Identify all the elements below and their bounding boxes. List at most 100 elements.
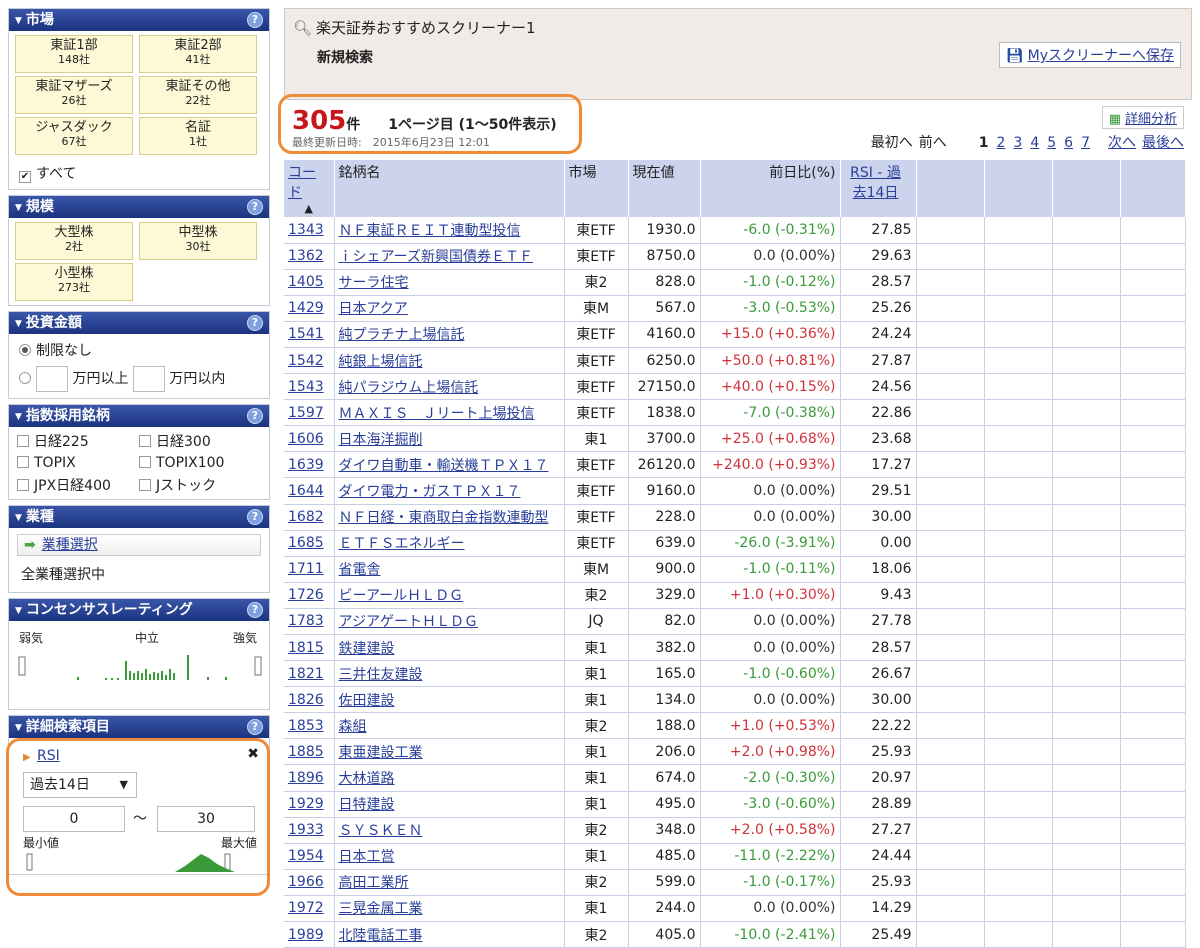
save-screener-button[interactable]: 💾︎ Myスクリーナーへ保存 xyxy=(998,42,1181,68)
code-link[interactable]: 1821 xyxy=(288,666,324,682)
cell-code[interactable]: 1644 xyxy=(284,477,335,505)
help-icon[interactable]: ? xyxy=(247,509,263,525)
stock-name-link[interactable]: 東亜建設工業 xyxy=(339,745,423,761)
cell-name[interactable]: 三井住友建設 xyxy=(334,660,565,688)
index-item[interactable]: TOPIX xyxy=(17,455,139,471)
pager-prev[interactable]: 前へ xyxy=(919,135,947,151)
industry-header[interactable]: ▼ 業種? xyxy=(9,506,269,528)
cell-code[interactable]: 1853 xyxy=(284,712,335,740)
cell-code[interactable]: 1821 xyxy=(284,660,335,688)
cell-code[interactable]: 1639 xyxy=(284,451,335,479)
index-item[interactable]: JPX日経400 xyxy=(17,475,139,495)
code-link[interactable]: 1685 xyxy=(288,535,324,551)
cell-code[interactable]: 1597 xyxy=(284,399,335,427)
pager-page[interactable]: 7 xyxy=(1081,135,1090,151)
checkbox-icon[interactable] xyxy=(139,456,151,468)
pager-first[interactable]: 最初へ xyxy=(871,135,913,151)
market-header[interactable]: ▼ 市場? xyxy=(9,9,269,31)
market-tile[interactable]: 名証 1社 xyxy=(139,117,257,155)
code-link[interactable]: 1606 xyxy=(288,431,324,447)
code-link[interactable]: 1853 xyxy=(288,718,324,734)
stock-name-link[interactable]: 森組 xyxy=(339,719,367,735)
code-link[interactable]: 1972 xyxy=(288,900,324,916)
industry-select-label[interactable]: 業種選択 xyxy=(42,537,98,553)
code-link[interactable]: 1933 xyxy=(288,822,324,838)
code-link[interactable]: 1826 xyxy=(288,692,324,708)
cell-code[interactable]: 1682 xyxy=(284,504,335,531)
cell-code[interactable]: 1685 xyxy=(284,530,335,557)
detail-analysis-button[interactable]: ▦ 詳細分析 xyxy=(1101,106,1184,129)
code-link[interactable]: 1929 xyxy=(288,796,324,812)
stock-name-link[interactable]: 鉄建建設 xyxy=(339,641,395,657)
code-link[interactable]: 1885 xyxy=(288,744,324,760)
stock-name-link[interactable]: ｉシェアーズ新興国債券ＥＴＦ xyxy=(339,249,533,265)
pager-page[interactable]: 6 xyxy=(1064,135,1073,151)
stock-name-link[interactable]: 日特建設 xyxy=(339,797,395,813)
scale-tile[interactable]: 大型株 2社 xyxy=(15,222,133,260)
cell-code[interactable]: 1542 xyxy=(284,347,335,375)
stock-name-link[interactable]: 三井住友建設 xyxy=(339,667,423,683)
pager-page[interactable]: 5 xyxy=(1047,135,1056,151)
cell-name[interactable]: ＥＴＦＳエネルギー xyxy=(334,530,565,557)
stock-name-link[interactable]: アジアゲートＨＬＤＧ xyxy=(339,614,478,630)
code-link[interactable]: 1783 xyxy=(288,613,324,629)
cell-name[interactable]: 東亜建設工業 xyxy=(334,738,565,766)
cell-code[interactable]: 1783 xyxy=(284,608,335,636)
code-link[interactable]: 1597 xyxy=(288,405,324,421)
cell-name[interactable]: 純プラチナ上場信託 xyxy=(334,321,565,348)
cell-name[interactable]: ビーアールＨＬＤＧ xyxy=(334,582,565,609)
min-amount-input[interactable] xyxy=(36,366,68,392)
col-code-label[interactable]: コード xyxy=(288,165,316,201)
code-link[interactable]: 1989 xyxy=(288,927,324,943)
code-link[interactable]: 1405 xyxy=(288,274,324,290)
cell-code[interactable]: 1954 xyxy=(284,843,335,870)
stock-name-link[interactable]: ビーアールＨＬＤＧ xyxy=(339,588,464,604)
stock-name-link[interactable]: ＮＦ東証ＲＥＩＴ連動型投信 xyxy=(339,223,521,239)
help-icon[interactable]: ? xyxy=(247,12,263,28)
market-all-row[interactable]: ✔ すべて xyxy=(9,159,269,189)
help-icon[interactable]: ? xyxy=(247,199,263,215)
cell-name[interactable]: 省電舎 xyxy=(334,556,565,583)
stock-name-link[interactable]: 佐田建設 xyxy=(339,693,395,709)
code-link[interactable]: 1543 xyxy=(288,379,324,395)
checkbox-icon[interactable]: ✔ xyxy=(19,171,31,183)
code-link[interactable]: 1644 xyxy=(288,483,324,499)
cell-code[interactable]: 1543 xyxy=(284,373,335,401)
code-link[interactable]: 1726 xyxy=(288,587,324,603)
scale-tile[interactable]: 小型株 273社 xyxy=(15,263,133,301)
cell-name[interactable]: 大林道路 xyxy=(334,764,565,792)
stock-name-link[interactable]: サーラ住宅 xyxy=(339,275,409,291)
code-link[interactable]: 1682 xyxy=(288,509,324,525)
cell-code[interactable]: 1606 xyxy=(284,425,335,453)
cell-name[interactable]: ｉシェアーズ新興国債券ＥＴＦ xyxy=(334,243,565,270)
pager-next[interactable]: 次へ xyxy=(1108,135,1136,151)
code-link[interactable]: 1542 xyxy=(288,353,324,369)
stock-name-link[interactable]: 純プラチナ上場信託 xyxy=(339,327,465,343)
cell-name[interactable]: 森組 xyxy=(334,712,565,740)
cell-code[interactable]: 1405 xyxy=(284,269,335,296)
cell-code[interactable]: 1929 xyxy=(284,791,335,818)
stock-name-link[interactable]: 北陸電話工事 xyxy=(339,928,423,944)
col-rsi-label[interactable]: RSI - 過去14日 xyxy=(845,162,907,202)
cell-name[interactable]: 佐田建設 xyxy=(334,686,565,714)
market-tile[interactable]: 東証その他 22社 xyxy=(139,76,257,114)
cell-code[interactable]: 1343 xyxy=(284,217,335,244)
market-tile[interactable]: ジャスダック 67社 xyxy=(15,117,133,155)
cell-code[interactable]: 1885 xyxy=(284,738,335,766)
cell-name[interactable]: ＮＦ日経・東商取白金指数連動型 xyxy=(334,504,565,531)
checkbox-icon[interactable] xyxy=(17,479,29,491)
col-rsi[interactable]: RSI - 過去14日 xyxy=(840,160,917,217)
code-link[interactable]: 1711 xyxy=(288,561,324,577)
scale-tile[interactable]: 中型株 30社 xyxy=(139,222,257,260)
index-item[interactable]: 日経300 xyxy=(139,431,269,451)
cell-name[interactable]: 高田工業所 xyxy=(334,869,565,896)
checkbox-icon[interactable] xyxy=(139,435,151,447)
cell-code[interactable]: 1711 xyxy=(284,556,335,583)
detail-analysis-label[interactable]: 詳細分析 xyxy=(1125,112,1177,127)
code-link[interactable]: 1362 xyxy=(288,248,324,264)
checkbox-icon[interactable] xyxy=(17,435,29,447)
help-icon[interactable]: ? xyxy=(247,602,263,618)
cell-name[interactable]: 日本海洋掘削 xyxy=(334,425,565,453)
cell-name[interactable]: ダイワ電力・ガスＴＰＸ１７ xyxy=(334,477,565,505)
stock-name-link[interactable]: 三晃金属工業 xyxy=(339,901,423,917)
